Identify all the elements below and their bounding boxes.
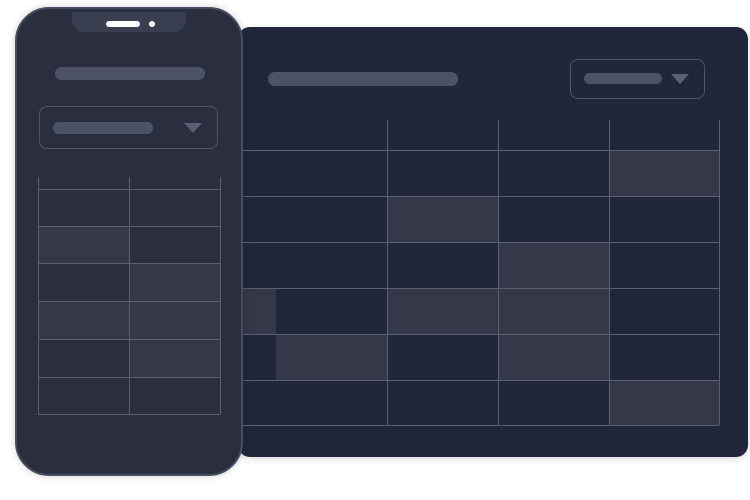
table-cell-highlighted: [238, 288, 276, 334]
table-cell-highlighted: [498, 334, 609, 380]
table-row-line: [238, 425, 719, 426]
table-cell-highlighted: [498, 242, 609, 288]
table-cell-highlighted: [129, 263, 220, 301]
table-cell-highlighted: [387, 196, 498, 242]
table-cell-highlighted: [38, 226, 129, 263]
table-cell-highlighted: [129, 301, 220, 339]
table-row-line: [38, 377, 220, 378]
table-row-line: [38, 263, 220, 264]
table-row-line: [38, 226, 220, 227]
table-row-line: [238, 380, 719, 381]
table-cell-highlighted: [498, 288, 609, 334]
table-cell-highlighted: [38, 301, 129, 339]
table-row-line: [238, 288, 719, 289]
table-column-line: [719, 120, 720, 425]
table-cell-highlighted: [129, 339, 220, 377]
table-cell-highlighted: [276, 334, 387, 380]
desktop-table: [238, 27, 748, 457]
table-column-line: [129, 177, 130, 414]
table-column-line: [220, 177, 221, 414]
phone-device: [15, 7, 243, 476]
table-cell-highlighted: [609, 150, 719, 196]
table-column-line: [38, 177, 39, 414]
table-row-line: [238, 196, 719, 197]
desktop-window: [238, 27, 748, 457]
table-row-line: [38, 339, 220, 340]
table-row-line: [238, 242, 719, 243]
table-row-line: [38, 414, 220, 415]
table-cell-highlighted: [387, 288, 498, 334]
table-row-line: [238, 334, 719, 335]
phone-table: [17, 9, 241, 474]
table-row-line: [38, 301, 220, 302]
table-row-line: [38, 189, 220, 190]
table-row-line: [238, 150, 719, 151]
table-cell-highlighted: [609, 380, 719, 425]
